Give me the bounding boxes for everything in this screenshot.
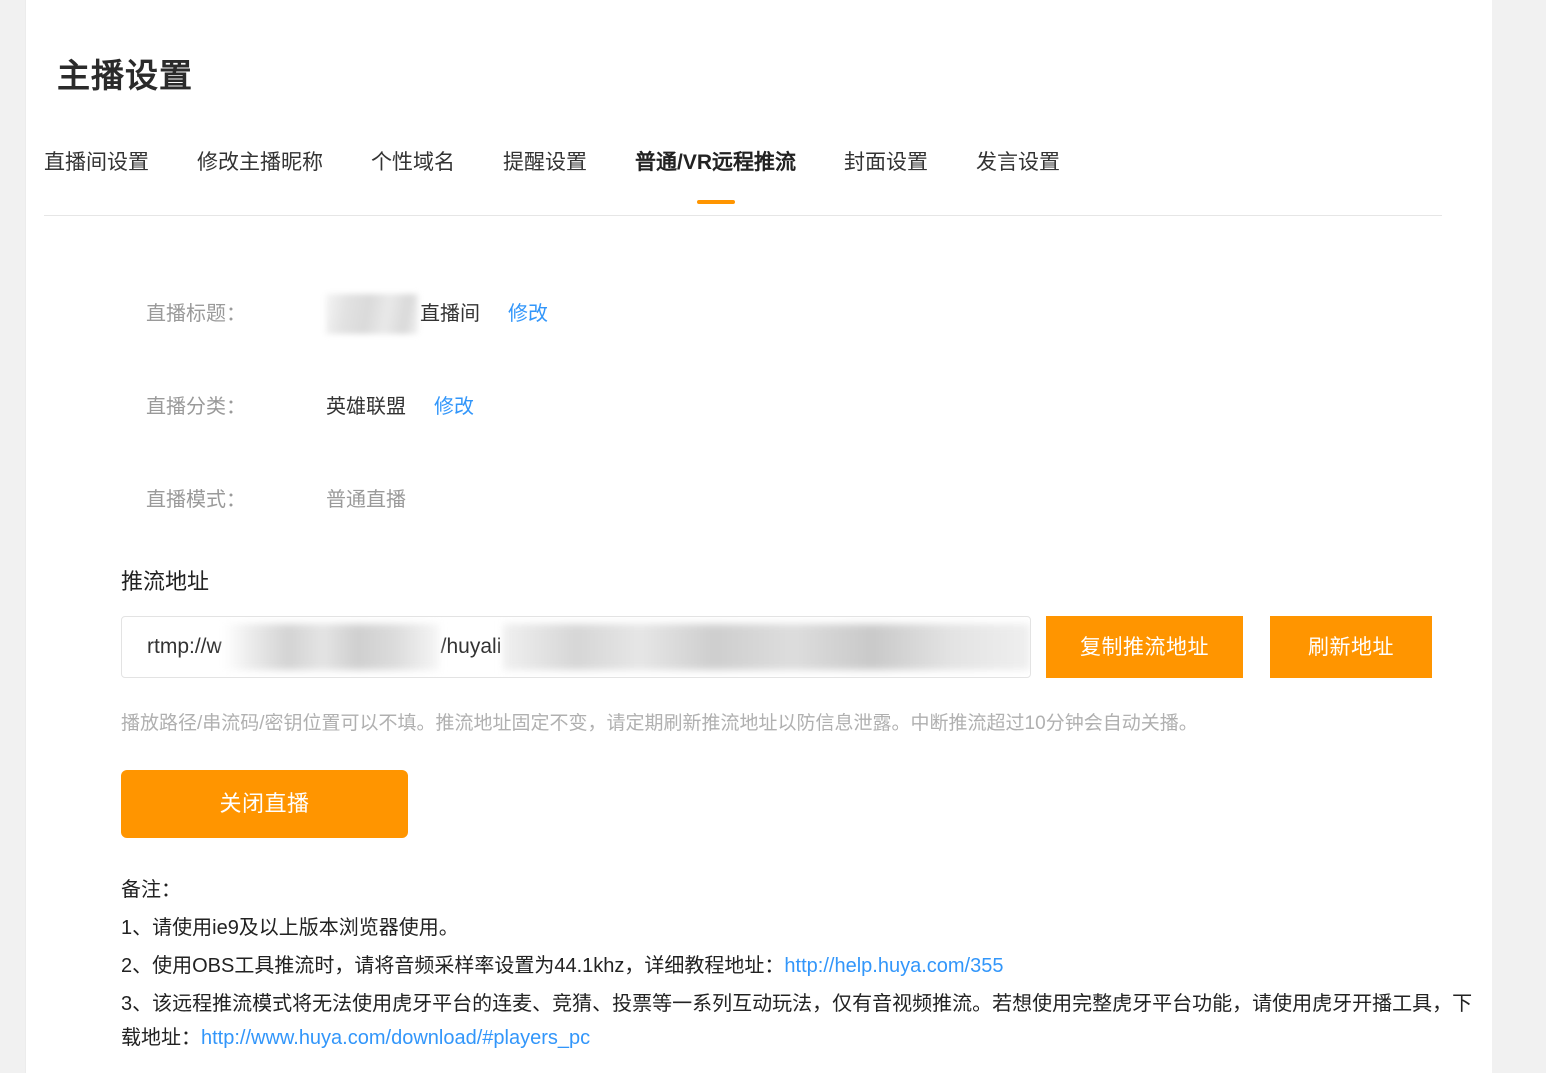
push-address-heading: 推流地址 (121, 569, 210, 594)
redacted-url-mask-2 (503, 624, 1030, 670)
row-stream-mode: 直播模式： 普通直播 (26, 476, 1492, 524)
push-url-prefix: rtmp://w (147, 635, 222, 658)
stream-title-edit-link[interactable]: 修改 (508, 299, 548, 329)
push-stream-section: 推流地址 rtmp://w /huyali 复制推流地址 刷新地址 播放路径/串… (121, 566, 1472, 1059)
push-address-text: rtmp://w /huyali (122, 617, 1030, 677)
help-doc-link[interactable]: http://help.huya.com/355 (784, 955, 1003, 977)
content-panel: 主播设置 直播间设置 修改主播昵称 个性域名 提醒设置 普通/VR远程推流 封面… (25, 0, 1492, 1073)
stream-title-suffix: 直播间 (420, 303, 480, 325)
stream-title-value: 直播间 修改 (326, 294, 548, 334)
tab-bar: 直播间设置 修改主播昵称 个性域名 提醒设置 普通/VR远程推流 封面设置 发言… (44, 148, 1442, 216)
redacted-url-mask-1 (223, 624, 439, 670)
download-tool-link[interactable]: http://www.huya.com/download/#players_pc (201, 1027, 590, 1049)
row-stream-category: 直播分类： 英雄联盟 修改 (26, 383, 1492, 431)
page-title: 主播设置 (57, 57, 193, 95)
stop-live-button[interactable]: 关闭直播 (121, 770, 408, 838)
stream-category-value: 英雄联盟 (326, 396, 406, 418)
tab-cover-settings[interactable]: 封面设置 (844, 148, 928, 204)
page-background: 主播设置 直播间设置 修改主播昵称 个性域名 提醒设置 普通/VR远程推流 封面… (0, 0, 1546, 1073)
push-address-hint: 播放路径/串流码/密钥位置可以不填。推流地址固定不变，请定期刷新推流地址以防信息… (121, 713, 1198, 734)
tab-custom-domain[interactable]: 个性域名 (371, 148, 455, 204)
tab-remote-push-stream[interactable]: 普通/VR远程推流 (635, 148, 796, 204)
stream-category-edit-link[interactable]: 修改 (434, 392, 474, 422)
push-url-middle: /huyali (440, 635, 502, 658)
tab-change-nickname[interactable]: 修改主播昵称 (197, 148, 323, 204)
tab-speech-settings[interactable]: 发言设置 (976, 148, 1060, 204)
copy-push-address-button[interactable]: 复制推流地址 (1046, 616, 1243, 678)
push-address-row: rtmp://w /huyali 复制推流地址 刷新地址 (121, 616, 1451, 678)
tab-live-room-settings[interactable]: 直播间设置 (44, 148, 149, 204)
stream-info-list: 直播标题： 直播间 修改 直播分类： 英雄联盟 修改 直播模式： 普通直播 (26, 290, 1492, 569)
stream-title-label: 直播标题： (146, 303, 246, 325)
push-address-input[interactable]: rtmp://w /huyali (121, 616, 1031, 678)
stream-category-value-wrap: 英雄联盟 修改 (326, 392, 474, 422)
remark-item-2-text: 2、使用OBS工具推流时，请将音频采样率设置为44.1khz，详细教程地址： (121, 955, 785, 977)
redacted-title-mask (326, 294, 418, 334)
refresh-push-address-button[interactable]: 刷新地址 (1270, 616, 1432, 678)
remarks-block: 备注： 1、请使用ie9及以上版本浏览器使用。 2、使用OBS工具推流时，请将音… (121, 873, 1481, 1055)
tab-reminder-settings[interactable]: 提醒设置 (503, 148, 587, 204)
stream-category-label: 直播分类： (146, 396, 246, 418)
stream-mode-value: 普通直播 (326, 489, 406, 511)
remark-item-1: 1、请使用ie9及以上版本浏览器使用。 (121, 917, 459, 939)
remark-item-2: 2、使用OBS工具推流时，请将音频采样率设置为44.1khz，详细教程地址：ht… (121, 949, 1481, 983)
stream-mode-label: 直播模式： (146, 489, 246, 511)
remark-item-3: 3、该远程推流模式将无法使用虎牙平台的连麦、竞猜、投票等一系列互动玩法，仅有音视… (121, 987, 1481, 1055)
row-stream-title: 直播标题： 直播间 修改 (26, 290, 1492, 338)
remarks-heading: 备注： (121, 879, 181, 901)
